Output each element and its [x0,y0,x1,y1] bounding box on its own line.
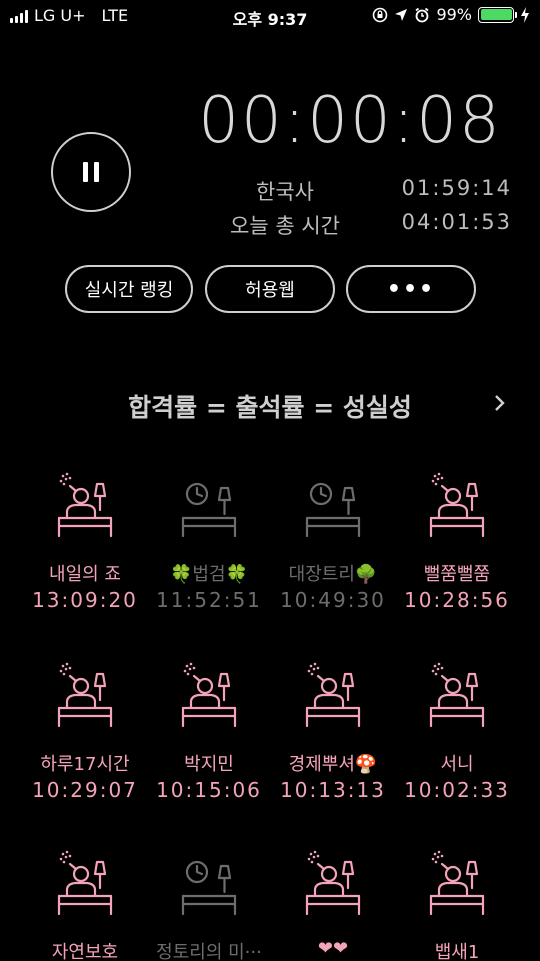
idle-desk-icon [305,482,361,538]
member-name: 하루17시간 [40,754,130,774]
member-card[interactable]: 🍀법검🍀 11:52:51 [147,470,271,612]
status-bar: LG U+ LTE 오후 9:37 99% [0,0,540,32]
more-button[interactable]: ••• [346,265,476,313]
member-card[interactable]: 내일의 죠 13:09:20 [23,470,147,612]
member-time: 13:09:20 [32,588,138,612]
member-card[interactable]: 자연보호 [23,848,147,961]
total-time: 04:01:53 [401,210,512,234]
member-name: 박지민 [184,754,234,774]
member-card[interactable]: 정토리의 미··· [147,848,271,961]
studying-person-icon [429,472,485,538]
idle-desk-icon [181,860,237,916]
member-card[interactable]: 뻘쭘뻘쭘 10:28:56 [395,470,519,612]
subject-label: 한국사 [256,180,314,204]
battery-percent: 99% [436,5,472,24]
battery-icon [478,6,517,23]
rotation-lock-icon [373,7,388,22]
studying-person-icon [57,472,113,538]
member-name: 뻘쭘뻘쭘 [423,564,491,584]
member-card[interactable]: 하루17시간 10:29:07 [23,660,147,802]
member-name: 서니 [440,754,474,774]
member-time: 10:02:33 [404,778,510,802]
total-label: 오늘 총 시간 [230,214,340,238]
studying-person-icon [305,850,361,916]
member-name: 내일의 죠 [49,564,121,584]
status-right: 99% [372,5,530,24]
member-card[interactable]: 뱁새1 [395,848,519,961]
member-name: 대장트리🌳 [288,564,378,584]
member-card[interactable]: 대장트리🌳 10:49:30 [271,470,395,612]
idle-desk-icon [181,482,237,538]
member-name: 경제뿌셔🍄 [288,754,378,774]
member-card[interactable]: 경제뿌셔🍄 10:13:13 [271,660,395,802]
subject-time: 01:59:14 [401,176,512,200]
studying-person-icon [181,662,237,728]
member-name: 정토리의 미··· [156,942,262,961]
motto-banner[interactable]: 합격률 = 출석률 = 성실성 [0,388,540,424]
chevron-right-icon[interactable] [494,393,506,419]
member-name: 🍀법검🍀 [170,564,248,584]
member-card[interactable]: ❤❤ [271,848,395,961]
elapsed-timer: 00:00:08 [198,84,502,158]
studying-person-icon [429,850,485,916]
member-card[interactable]: 서니 10:02:33 [395,660,519,802]
member-name: ❤❤ [317,938,349,959]
web-button[interactable]: 허용웹 [205,265,335,313]
member-name: 뱁새1 [434,942,480,961]
location-icon [395,8,408,21]
member-time: 10:15:06 [156,778,262,802]
pause-button[interactable] [51,132,131,212]
charging-icon [521,6,529,23]
studying-person-icon [57,850,113,916]
member-time: 10:28:56 [404,588,510,612]
pause-icon [83,162,99,182]
member-time: 10:29:07 [32,778,138,802]
member-card[interactable]: 박지민 10:15:06 [147,660,271,802]
member-time: 10:49:30 [280,588,386,612]
alarm-icon [415,7,429,22]
member-time: 11:52:51 [156,588,262,612]
studying-person-icon [57,662,113,728]
studying-person-icon [305,662,361,728]
studying-person-icon [429,662,485,728]
member-name: 자연보호 [51,942,119,961]
member-time: 10:13:13 [280,778,386,802]
ranking-button[interactable]: 실시간 랭킹 [65,265,193,313]
